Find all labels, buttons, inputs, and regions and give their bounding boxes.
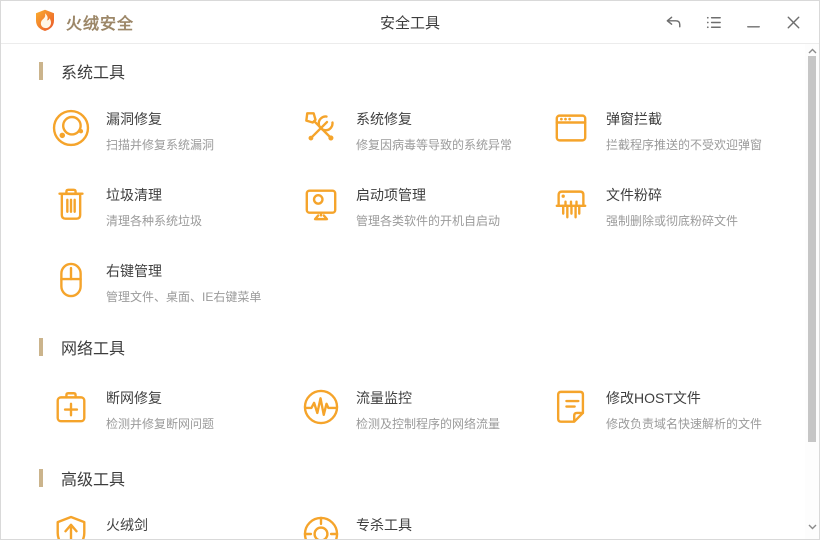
popup-blocker-icon xyxy=(549,106,593,150)
tool-title: 修改HOST文件 xyxy=(606,390,701,406)
tool-item-special-kill[interactable]: 专杀工具 xyxy=(299,512,544,539)
tool-desc: 管理文件、桌面、IE右键菜单 xyxy=(106,290,262,304)
section-bar xyxy=(39,469,43,487)
network-repair-icon xyxy=(49,385,93,429)
tool-item-system-repair[interactable]: 系统修复 修复因病毒等导致的系统异常 xyxy=(299,106,544,158)
back-button[interactable] xyxy=(664,13,683,32)
host-file-icon xyxy=(549,385,593,429)
target-icon xyxy=(299,512,343,539)
tool-title: 右键管理 xyxy=(106,263,162,279)
brand-name: 火绒安全 xyxy=(66,16,135,33)
close-icon xyxy=(787,16,800,28)
tool-desc: 清理各种系统垃圾 xyxy=(106,214,203,228)
app-logo: 火绒安全 xyxy=(33,1,134,43)
mouse-icon xyxy=(49,258,93,302)
window-controls xyxy=(664,1,803,43)
tool-item-context-menu-manager[interactable]: 右键管理 管理文件、桌面、IE右键菜单 xyxy=(49,258,294,310)
trash-clean-icon xyxy=(49,182,93,226)
tool-desc: 管理各类软件的开机自启动 xyxy=(356,214,501,228)
titlebar: 火绒安全 安全工具 xyxy=(1,1,819,44)
tool-title: 系统修复 xyxy=(356,111,412,127)
tool-title: 流量监控 xyxy=(356,390,412,406)
tool-desc: 检测并修复断网问题 xyxy=(106,417,215,431)
close-button[interactable] xyxy=(784,13,803,32)
tool-item-huorong-sword[interactable]: 火绒剑 xyxy=(49,512,294,539)
section-bar xyxy=(39,62,43,80)
minimize-icon xyxy=(747,25,760,27)
app-window: 火绒安全 安全工具 系统工具 漏洞修复 扫描并修复系统漏洞 系统修复 修复因病毒… xyxy=(0,0,820,540)
log-menu-button[interactable] xyxy=(704,13,723,32)
tool-title: 垃圾清理 xyxy=(106,187,162,203)
tool-item-network-repair[interactable]: 断网修复 检测并修复断网问题 xyxy=(49,385,294,437)
tool-title: 专杀工具 xyxy=(356,517,412,533)
section-header-advanced-tools: 高级工具 xyxy=(39,468,126,489)
tool-title: 火绒剑 xyxy=(106,517,148,533)
section-bar xyxy=(39,338,43,356)
tool-item-host-file[interactable]: 修改HOST文件 修改负责域名快速解析的文件 xyxy=(549,385,794,437)
scrollbar-thumb[interactable] xyxy=(808,56,816,442)
vulnerability-fix-icon xyxy=(49,106,93,150)
scrollbar[interactable] xyxy=(805,44,819,539)
traffic-monitor-icon xyxy=(299,385,343,429)
back-icon xyxy=(666,16,681,27)
section-label: 高级工具 xyxy=(61,472,126,489)
system-repair-icon xyxy=(299,106,343,150)
section-header-network-tools: 网络工具 xyxy=(39,337,126,358)
tool-title: 漏洞修复 xyxy=(106,111,162,127)
tool-title: 启动项管理 xyxy=(356,187,426,203)
startup-manager-icon xyxy=(299,182,343,226)
minimize-button[interactable] xyxy=(744,13,763,32)
section-label: 系统工具 xyxy=(61,65,126,82)
tool-item-traffic-monitor[interactable]: 流量监控 检测及控制程序的网络流量 xyxy=(299,385,544,437)
tool-item-popup-blocker[interactable]: 弹窗拦截 拦截程序推送的不受欢迎弹窗 xyxy=(549,106,794,158)
section-header-system-tools: 系统工具 xyxy=(39,61,126,82)
tools-panel: 系统工具 漏洞修复 扫描并修复系统漏洞 系统修复 修复因病毒等导致的系统异常 弹… xyxy=(1,44,805,539)
tool-desc: 修复因病毒等导致的系统异常 xyxy=(356,138,513,152)
tool-title: 断网修复 xyxy=(106,390,162,406)
tool-title: 弹窗拦截 xyxy=(606,111,662,127)
tool-item-trash-clean[interactable]: 垃圾清理 清理各种系统垃圾 xyxy=(49,182,294,234)
task-list-icon xyxy=(706,16,721,28)
tool-desc: 修改负责域名快速解析的文件 xyxy=(606,417,763,431)
shield-icon xyxy=(49,512,93,539)
tool-desc: 强制删除或彻底粉碎文件 xyxy=(606,214,739,228)
tool-item-file-shredder[interactable]: 文件粉碎 强制删除或彻底粉碎文件 xyxy=(549,182,794,234)
tool-desc: 扫描并修复系统漏洞 xyxy=(106,138,215,152)
tool-desc: 检测及控制程序的网络流量 xyxy=(356,417,501,431)
file-shredder-icon xyxy=(549,182,593,226)
section-label: 网络工具 xyxy=(61,341,126,358)
tool-desc: 拦截程序推送的不受欢迎弹窗 xyxy=(606,138,763,152)
tool-item-startup-manager[interactable]: 启动项管理 管理各类软件的开机自启动 xyxy=(299,182,544,234)
brand-shield-flame-icon xyxy=(33,8,57,37)
tool-title: 文件粉碎 xyxy=(606,187,662,203)
tool-item-vulnerability-fix[interactable]: 漏洞修复 扫描并修复系统漏洞 xyxy=(49,106,294,158)
scroll-down-icon[interactable] xyxy=(805,521,819,533)
